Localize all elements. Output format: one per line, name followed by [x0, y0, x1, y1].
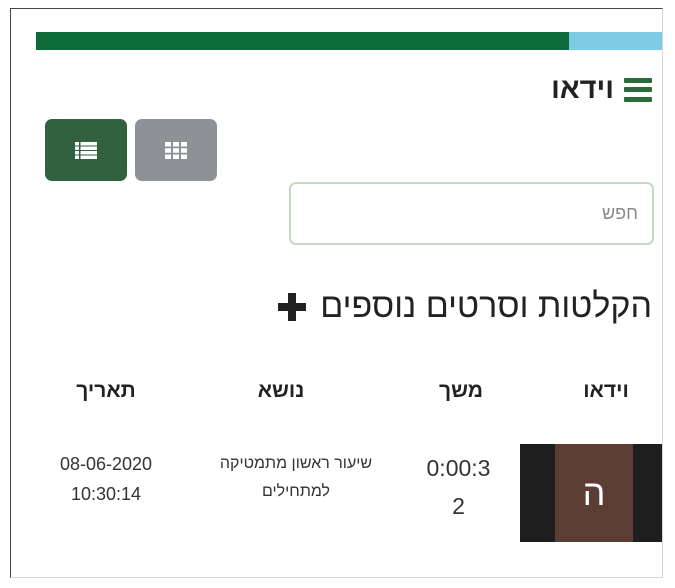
- panel-header: וידאו: [551, 73, 652, 106]
- topic-cell: שיעור ראשון מתמטיקה למתחילים: [219, 455, 373, 500]
- video-thumbnail[interactable]: ה: [520, 444, 662, 542]
- column-header-date[interactable]: תאריך: [31, 379, 181, 403]
- column-header-video[interactable]: וידאו: [551, 379, 661, 403]
- column-header-duration[interactable]: משך: [411, 379, 511, 403]
- search-input[interactable]: [289, 182, 654, 245]
- grid-view-button[interactable]: [135, 119, 217, 181]
- section-title: הקלטות וסרטים נוספים: [320, 287, 652, 325]
- section-heading: הקלטות וסרטים נוספים: [278, 287, 652, 326]
- grid-icon: [165, 141, 187, 159]
- column-header-topic[interactable]: נושא: [201, 379, 361, 403]
- hamburger-icon[interactable]: [624, 77, 652, 102]
- progress-bar: [36, 32, 662, 50]
- panel-title: וידאו: [551, 73, 614, 105]
- duration-cell: 0:00:3 2: [426, 455, 491, 519]
- progress-bar-fill: [36, 32, 569, 50]
- list-icon: [75, 141, 97, 159]
- list-view-button[interactable]: [45, 119, 127, 181]
- plus-icon[interactable]: [278, 292, 307, 321]
- date-cell: 08-06-2020 10:30:14: [59, 454, 153, 504]
- video-panel: וידאו הקלטות וסרטים נוספים וידאו משך נוש…: [10, 8, 663, 578]
- thumbnail-letter: ה: [555, 444, 633, 542]
